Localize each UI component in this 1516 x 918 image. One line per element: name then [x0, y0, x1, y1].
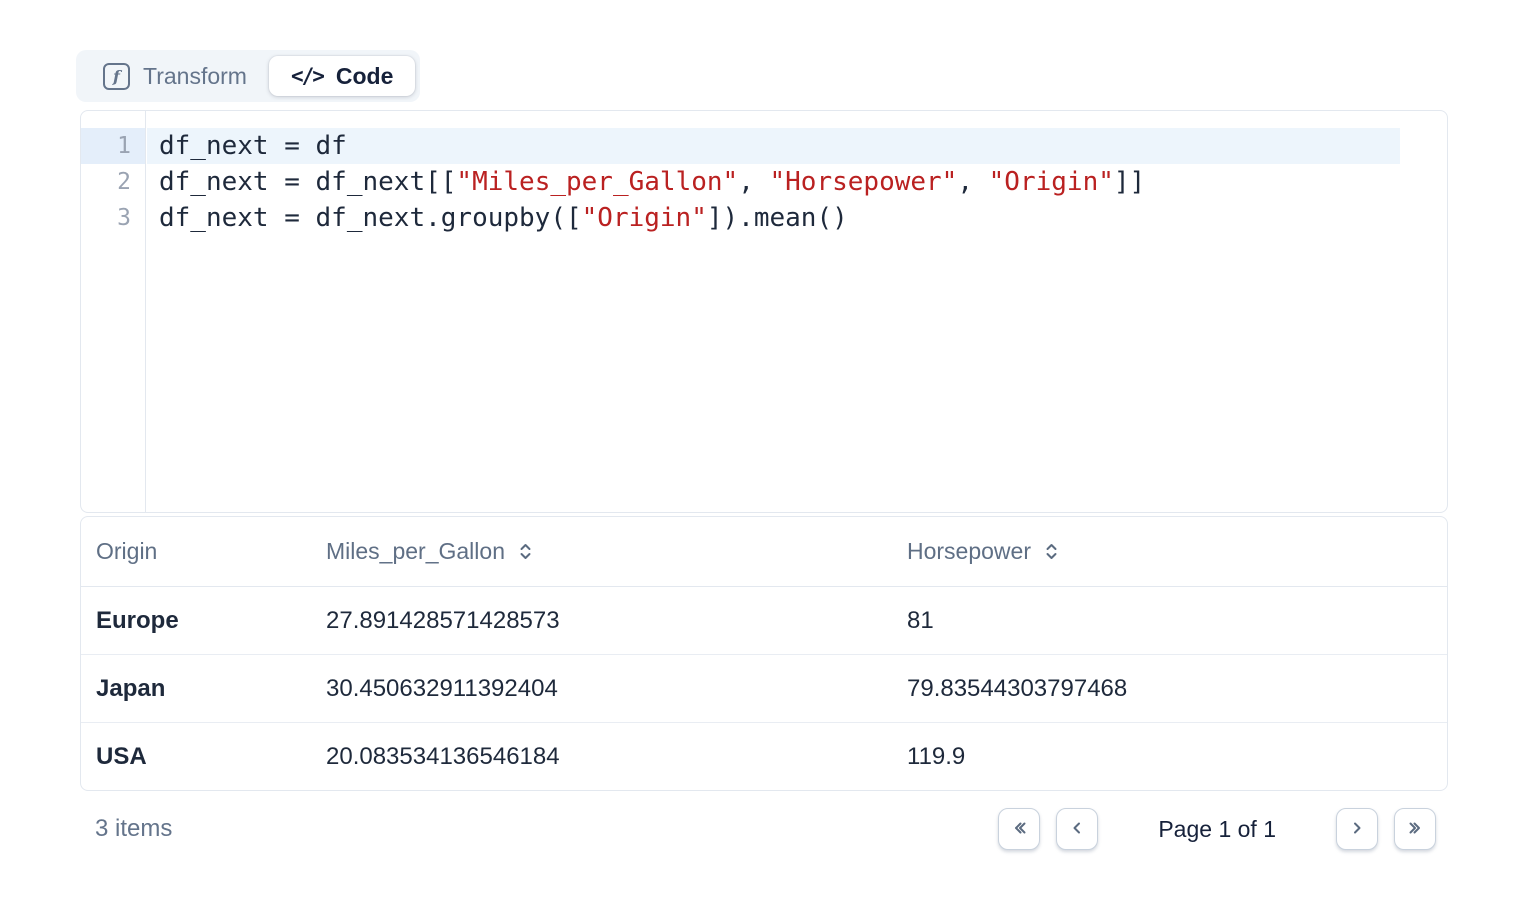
chevron-right-icon — [1349, 820, 1365, 839]
cell-origin: USA — [96, 743, 326, 771]
code-token: , — [738, 167, 769, 197]
tab-code-label: Code — [336, 63, 394, 90]
sort-icon[interactable] — [518, 543, 533, 560]
line-number: 1 — [81, 128, 145, 164]
transform-widget: f Transform </> Code 1 2 3 df_next = df … — [0, 0, 1516, 918]
table-row: USA 20.083534136546184 119.9 — [81, 722, 1447, 790]
chevron-left-icon — [1069, 820, 1085, 839]
string-token: "Miles_per_Gallon" — [456, 167, 738, 197]
column-label: Horsepower — [907, 538, 1031, 565]
next-page-button[interactable] — [1336, 808, 1378, 850]
string-token: "Origin" — [989, 167, 1114, 197]
code-token: df_next = df_next.groupby([ — [159, 203, 582, 233]
results-table: Origin Miles_per_Gallon Horsepower Europ… — [80, 516, 1448, 791]
cell-miles-per-gallon: 20.083534136546184 — [326, 743, 907, 771]
view-tab-bar: f Transform </> Code — [76, 50, 420, 102]
page-indicator: Page 1 of 1 — [1158, 816, 1276, 843]
cell-horsepower: 81 — [907, 607, 1447, 635]
function-icon: f — [103, 63, 130, 90]
tab-code[interactable]: </> Code — [269, 56, 415, 96]
code-area: df_next = df df_next = df_next[["Miles_p… — [147, 111, 1447, 512]
code-line-1: df_next = df — [147, 128, 1400, 164]
code-token: df_next = df_next[[ — [159, 167, 456, 197]
cell-miles-per-gallon: 30.450632911392404 — [326, 675, 907, 703]
string-token: "Origin" — [582, 203, 707, 233]
code-line-3: df_next = df_next.groupby(["Origin"]).me… — [147, 200, 1447, 236]
column-label: Origin — [96, 538, 157, 565]
table-row: Japan 30.450632911392404 79.835443037974… — [81, 654, 1447, 722]
table-footer: 3 items Page 1 of 1 — [80, 788, 1448, 870]
cell-origin: Japan — [96, 675, 326, 703]
code-token: ]] — [1114, 167, 1145, 197]
line-number: 3 — [81, 200, 145, 236]
items-count: 3 items — [95, 815, 172, 843]
tab-transform-label: Transform — [143, 63, 247, 90]
tab-transform[interactable]: f Transform — [81, 56, 269, 96]
string-token: "Horsepower" — [770, 167, 958, 197]
code-token: ]).mean() — [707, 203, 848, 233]
last-page-button[interactable] — [1394, 808, 1436, 850]
cell-miles-per-gallon: 27.891428571428573 — [326, 607, 907, 635]
code-token: df_next = df — [159, 131, 347, 161]
code-token: , — [957, 167, 988, 197]
cell-origin: Europe — [96, 607, 326, 635]
double-chevron-left-icon — [1011, 820, 1028, 839]
code-icon: </> — [291, 64, 323, 88]
prev-page-button[interactable] — [1056, 808, 1098, 850]
column-header-origin: Origin — [96, 538, 326, 565]
column-header-horsepower[interactable]: Horsepower — [907, 538, 1447, 565]
sort-icon[interactable] — [1044, 543, 1059, 560]
code-editor[interactable]: 1 2 3 df_next = df df_next = df_next[["M… — [80, 110, 1448, 513]
code-line-2: df_next = df_next[["Miles_per_Gallon", "… — [147, 164, 1447, 200]
line-number-gutter: 1 2 3 — [81, 111, 146, 512]
double-chevron-right-icon — [1407, 820, 1424, 839]
table-row: Europe 27.891428571428573 81 — [81, 587, 1447, 654]
cell-horsepower: 79.83544303797468 — [907, 675, 1447, 703]
line-number: 2 — [81, 164, 145, 200]
cell-horsepower: 119.9 — [907, 743, 1447, 771]
column-label: Miles_per_Gallon — [326, 538, 505, 565]
column-header-miles-per-gallon[interactable]: Miles_per_Gallon — [326, 538, 907, 565]
first-page-button[interactable] — [998, 808, 1040, 850]
pagination: Page 1 of 1 — [998, 808, 1436, 850]
table-header-row: Origin Miles_per_Gallon Horsepower — [81, 517, 1447, 587]
